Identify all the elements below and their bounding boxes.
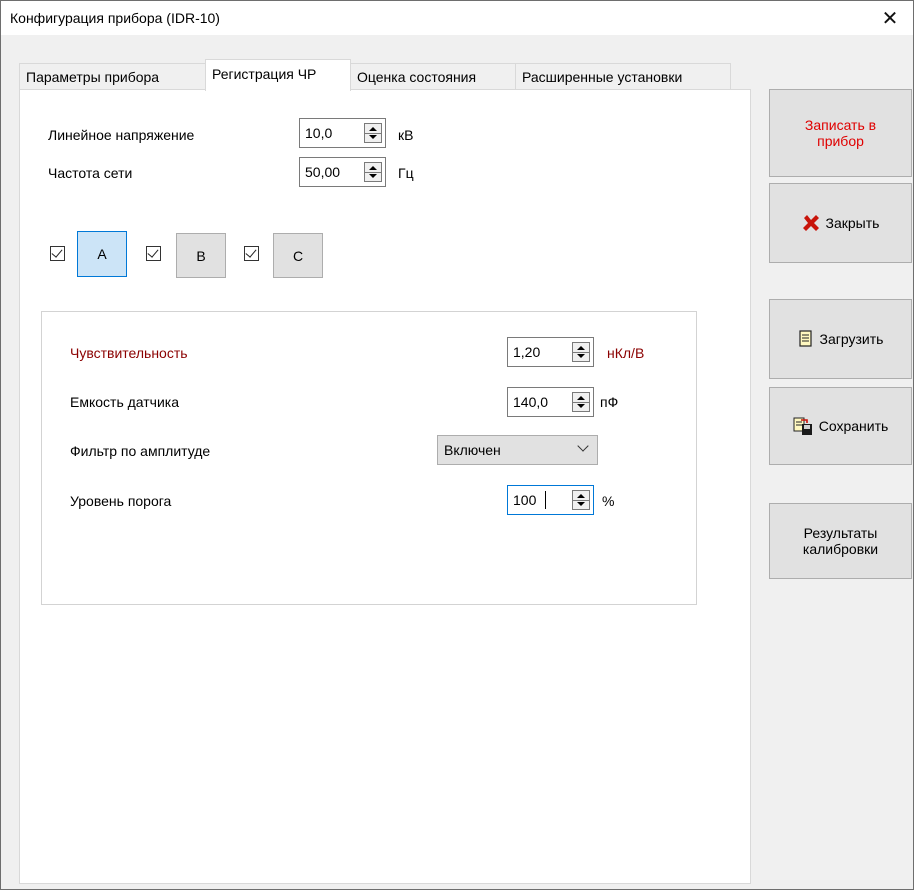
frequency-unit: Гц [398, 165, 414, 181]
sensitivity-value: 1,20 [513, 344, 541, 360]
phase-a-checkbox[interactable] [50, 246, 65, 261]
phase-c-checkbox[interactable] [244, 246, 259, 261]
line-voltage-spinner[interactable]: 10,0 [299, 118, 386, 148]
calibration-results-button[interactable]: Результаты калибровки [769, 503, 912, 579]
threshold-unit: % [602, 493, 615, 509]
spin-arrows-icon[interactable] [572, 342, 590, 362]
threshold-spinner[interactable]: 100 [507, 485, 594, 515]
phase-b-checkbox[interactable] [146, 246, 161, 261]
sensitivity-spinner[interactable]: 1,20 [507, 337, 594, 367]
close-button-label: Закрыть [825, 215, 880, 231]
load-button-label: Загрузить [819, 331, 884, 347]
amp-filter-label: Фильтр по амплитуде [70, 443, 211, 459]
x-icon [802, 214, 820, 232]
sensitivity-label: Чувствительность [70, 345, 188, 361]
tab-state-assessment[interactable]: Оценка состояния [350, 63, 516, 89]
capacity-value: 140,0 [513, 394, 549, 410]
checkmark-icon [147, 246, 159, 258]
load-button[interactable]: Загрузить [769, 299, 912, 379]
tab-pd-registration[interactable]: Регистрация ЧР [205, 59, 351, 91]
window-title: Конфигурация прибора (IDR-10) [10, 10, 220, 26]
threshold-label: Уровень порога [70, 493, 172, 509]
write-to-device-button[interactable]: Записать в прибор [769, 89, 912, 177]
phase-a-button[interactable]: A [77, 231, 127, 277]
save-button-label: Сохранить [818, 418, 889, 434]
capacity-spinner[interactable]: 140,0 [507, 387, 594, 417]
save-button[interactable]: Сохранить [769, 387, 912, 465]
sensitivity-unit: нКл/В [607, 345, 645, 361]
config-dialog: Конфигурация прибора (IDR-10) ✕ Параметр… [0, 0, 914, 890]
title-bar: Конфигурация прибора (IDR-10) ✕ [1, 1, 913, 35]
frequency-value: 50,00 [305, 164, 341, 180]
tab-advanced-settings[interactable]: Расширенные установки [515, 63, 731, 89]
close-button[interactable]: Закрыть [769, 183, 912, 263]
line-voltage-unit: кВ [398, 127, 414, 143]
checkmark-icon [245, 246, 257, 258]
spin-arrows-icon[interactable] [364, 123, 382, 143]
chevron-down-icon [577, 440, 589, 452]
phase-b-button[interactable]: B [176, 233, 226, 278]
spin-arrows-icon[interactable] [364, 162, 382, 182]
save-icon [793, 416, 813, 436]
checkmark-icon [51, 246, 63, 258]
amp-filter-dropdown[interactable]: Включен [437, 435, 598, 465]
frequency-label: Частота сети [48, 165, 133, 181]
text-caret [545, 491, 546, 509]
amp-filter-value: Включен [444, 442, 501, 458]
close-window-icon[interactable]: ✕ [867, 1, 913, 35]
phase-c-button[interactable]: C [273, 233, 323, 278]
spin-arrows-icon[interactable] [572, 392, 590, 412]
tab-device-params[interactable]: Параметры прибора [19, 63, 206, 89]
threshold-value: 100 [513, 492, 537, 508]
frequency-spinner[interactable]: 50,00 [299, 157, 386, 187]
capacity-label: Емкость датчика [70, 394, 180, 410]
spin-arrows-icon[interactable] [572, 490, 590, 510]
line-voltage-label: Линейное напряжение [48, 127, 195, 143]
capacity-unit: пФ [600, 394, 619, 410]
document-icon [798, 330, 814, 348]
line-voltage-value: 10,0 [305, 125, 333, 141]
